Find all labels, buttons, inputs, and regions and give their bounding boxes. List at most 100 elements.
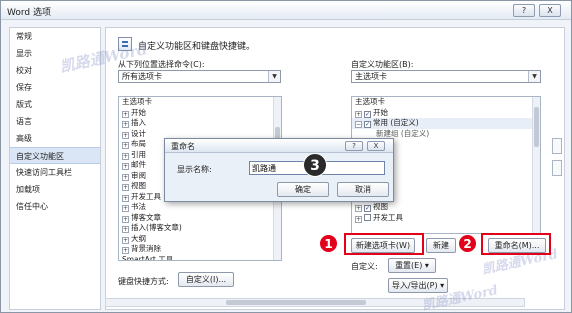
step-badge-2: 2 (458, 234, 477, 253)
rename-close-button[interactable]: X (367, 141, 385, 151)
list-item-label: 引用 (131, 149, 146, 159)
ribbon-tab-label: 开发工具 (373, 212, 403, 222)
expand-icon[interactable]: + (122, 226, 129, 233)
nav-item[interactable]: 信任中心 (10, 198, 100, 215)
title-bar: Word 选项 ? X (1, 1, 571, 20)
list-item-label: 大纲 (131, 233, 146, 243)
expand-icon[interactable]: + (122, 110, 129, 118)
keyboard-shortcuts-label: 键盘快捷方式: (118, 277, 169, 286)
highlight-rename (481, 233, 551, 255)
list-item-label: 设计 (131, 128, 146, 138)
reset-button[interactable]: 重置(E) ▾ (388, 258, 436, 273)
expand-icon[interactable]: + (122, 152, 129, 160)
expand-icon[interactable]: + (355, 205, 362, 212)
list-item[interactable]: SmartArt 工具 (119, 255, 281, 261)
window-title: Word 选项 (7, 8, 51, 18)
list-item[interactable]: + 开始 (119, 108, 281, 119)
rename-dialog-title: 重命名 (171, 142, 195, 151)
list-item-label: 书法 (131, 202, 146, 211)
list-item[interactable]: + 大纲 (119, 234, 281, 245)
list-item-label: 开发工具 (131, 191, 161, 201)
highlight-new-tab (344, 233, 424, 255)
display-name-label: 显示名称: (177, 165, 212, 174)
list-item[interactable]: + 插入 (119, 118, 281, 129)
checkbox[interactable]: ✓ (364, 121, 371, 128)
ok-button[interactable]: 确定 (277, 182, 329, 197)
move-down-button[interactable] (552, 160, 562, 176)
expand-icon[interactable]: + (122, 236, 129, 244)
list-item-label: 背景消除 (131, 244, 161, 253)
list-item-label: 博客文章 (131, 212, 161, 222)
list-item-label: 视图 (131, 181, 146, 190)
expand-icon[interactable]: + (355, 215, 362, 223)
customize-ribbon-label: 自定义功能区(B): (351, 60, 414, 69)
word-options-window: Word 选项 ? X 常规 显示 校对 保存 版式 语言 高级 自定义功能区 快速访问工具栏加… (0, 0, 572, 313)
nav-item[interactable]: 加载项 (10, 181, 100, 198)
list-item-label: 插入 (131, 118, 146, 127)
ribbon-tab-label: 常用 (自定义) (373, 118, 419, 127)
list-item[interactable]: + 博客文章 (119, 213, 281, 224)
list-item-label: 开始 (131, 107, 146, 117)
chevron-down-icon: ▼ (268, 71, 280, 82)
checkbox[interactable] (364, 213, 371, 221)
ribbon-tab-item[interactable]: + ✓ 开始 (352, 108, 540, 119)
expand-icon[interactable]: + (122, 215, 129, 223)
expand-icon[interactable]: − (355, 121, 362, 128)
expand-icon[interactable]: + (122, 131, 129, 139)
nav-item[interactable]: 自定义功能区 (10, 147, 100, 164)
list-item[interactable]: + 背景消除 (119, 244, 281, 255)
right-list-scrollbar[interactable] (532, 97, 540, 233)
ribbon-tab-label: 视图 (373, 202, 388, 211)
right-list-scroll-thumb[interactable] (534, 107, 539, 147)
list-item-label: 审阅 (131, 170, 146, 180)
nav-item[interactable]: 保存 (10, 79, 100, 96)
new-group-button[interactable]: 新建 (426, 238, 456, 253)
horizontal-scroll-thumb[interactable] (226, 300, 366, 305)
customize-ribbon-value: 主选项卡 (355, 72, 387, 81)
checkbox[interactable]: ✓ (364, 205, 371, 212)
expand-icon[interactable]: + (122, 121, 129, 128)
rename-dialog-titlebar: 重命名 ? X (165, 139, 393, 153)
list-item-label: 布局 (131, 139, 146, 148)
expand-icon[interactable]: + (122, 142, 129, 149)
ribbon-tab-item[interactable]: + ✓ 视图 (352, 202, 540, 213)
rename-help-button[interactable]: ? (345, 141, 363, 151)
expand-icon[interactable]: + (122, 184, 129, 191)
choose-commands-combo[interactable]: 所有选项卡 ▼ (118, 70, 281, 83)
list-item[interactable]: + 书法 (119, 202, 281, 213)
nav-item[interactable]: 版式 (10, 96, 100, 113)
customize-keyboard-button[interactable]: 自定义(I)... (178, 272, 234, 287)
close-button[interactable]: X (539, 4, 561, 17)
list-item[interactable]: + 插入(博客文章) (119, 223, 281, 234)
nav-item[interactable]: 语言 (10, 113, 100, 130)
move-up-button[interactable] (552, 138, 562, 154)
step-badge-1: 1 (319, 234, 338, 253)
nav-item[interactable]: 高级 (10, 130, 100, 147)
expand-icon[interactable]: + (122, 247, 129, 254)
expand-icon[interactable]: + (122, 173, 129, 181)
cancel-button[interactable]: 取消 (337, 182, 389, 197)
list-item-label: 插入(博客文章) (131, 223, 182, 232)
rename-dialog: 重命名 ? X 显示名称: 确定 取消 (164, 138, 394, 202)
choose-commands-value: 所有选项卡 (122, 72, 162, 81)
chevron-down-icon: ▼ (528, 71, 540, 82)
checkbox[interactable]: ✓ (364, 110, 371, 118)
nav-item[interactable]: 常规 (10, 28, 100, 45)
nav-item[interactable]: 快速访问工具栏 (10, 164, 100, 181)
expand-icon[interactable]: + (355, 110, 362, 118)
step-badge-3: 3 (303, 153, 327, 177)
expand-icon[interactable]: + (122, 205, 129, 212)
customize-ribbon-combo[interactable]: 主选项卡 ▼ (351, 70, 541, 83)
ribbon-tab-item[interactable]: − ✓ 常用 (自定义) (352, 118, 540, 129)
list-header: 主选项卡 (122, 97, 152, 106)
expand-icon[interactable]: + (122, 194, 129, 202)
ribbon-tab-item[interactable]: + 开发工具 (352, 213, 540, 224)
ribbon-tab-label: 开始 (373, 107, 388, 117)
customizations-label: 自定义: (351, 262, 378, 271)
list-item-label: 邮件 (131, 160, 146, 169)
list-header: 主选项卡 (355, 97, 385, 106)
help-button[interactable]: ? (513, 4, 535, 17)
ribbon-tab-label: 新建组 (自定义) (376, 128, 430, 138)
panel-heading: 自定义功能区和键盘快捷键。 (138, 42, 256, 52)
expand-icon[interactable]: + (122, 163, 129, 170)
